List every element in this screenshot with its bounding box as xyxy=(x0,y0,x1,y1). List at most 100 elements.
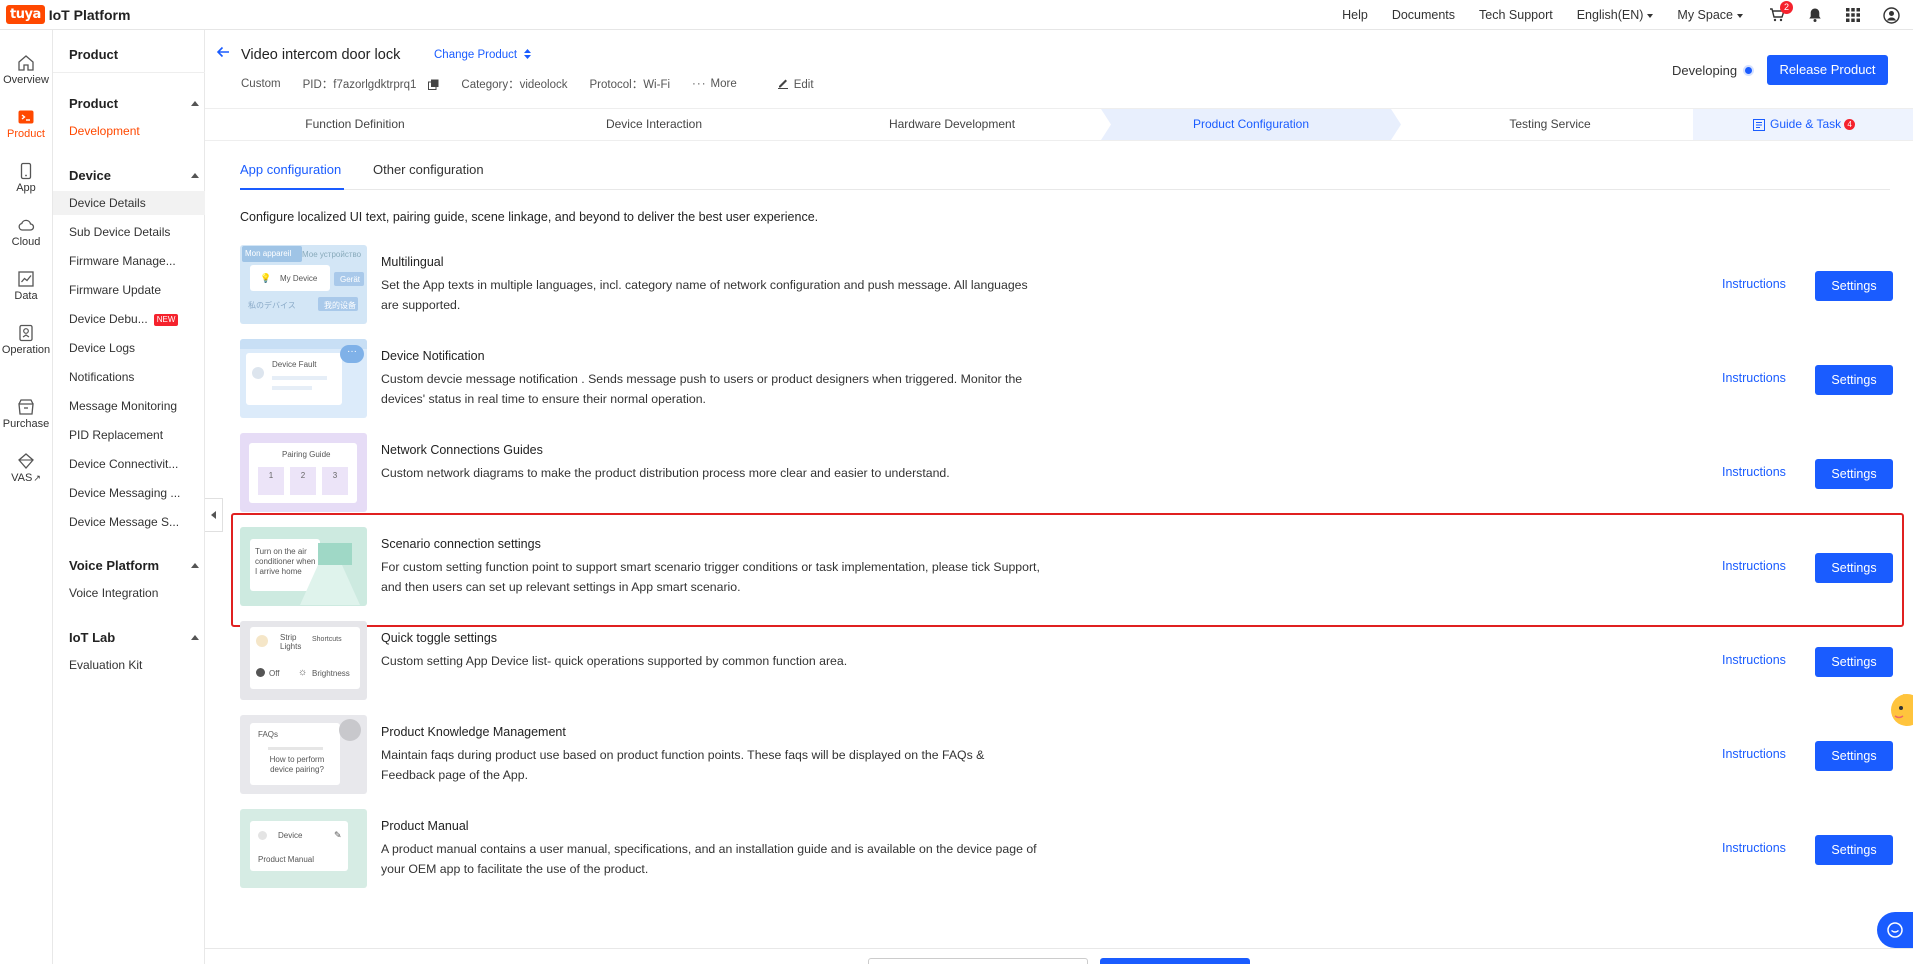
settings-button[interactable]: Settings xyxy=(1815,365,1893,395)
documents-link[interactable]: Documents xyxy=(1392,8,1455,22)
sidenav-item-device-details[interactable]: Device Details xyxy=(69,196,199,210)
settings-button[interactable]: Settings xyxy=(1815,459,1893,489)
sidenav-item-firmware-update[interactable]: Firmware Update xyxy=(69,283,199,297)
instructions-link[interactable]: Instructions xyxy=(1722,371,1786,385)
rail-label: Overview xyxy=(3,74,49,86)
chart-icon xyxy=(18,271,34,287)
sidenav-item-notifications[interactable]: Notifications xyxy=(69,370,199,384)
guide-task-button[interactable]: Guide & Task 4 xyxy=(1753,109,1856,140)
step-product-configuration[interactable]: Product Configuration xyxy=(1101,109,1401,140)
thumb-line xyxy=(272,376,327,380)
sidenav-item-device-connectivity[interactable]: Device Connectivit... xyxy=(69,457,199,471)
rail-item-vas[interactable]: VAS↗ xyxy=(0,452,52,484)
instructions-link[interactable]: Instructions xyxy=(1722,277,1786,291)
sidenav-item-development[interactable]: Development xyxy=(69,124,199,138)
sidenav-item-firmware-manage[interactable]: Firmware Manage... xyxy=(69,254,199,268)
settings-button[interactable]: Settings xyxy=(1815,835,1893,865)
tech-support-link[interactable]: Tech Support xyxy=(1479,8,1553,22)
step-testing-service[interactable]: Testing Service xyxy=(1401,109,1699,140)
help-chat-button[interactable] xyxy=(1877,912,1913,948)
assistant-mascot[interactable] xyxy=(1885,688,1913,732)
cloud-icon xyxy=(18,219,35,231)
sidenav-collapse-toggle[interactable] xyxy=(205,498,223,532)
rail-item-operation[interactable]: Operation xyxy=(0,324,52,356)
settings-button[interactable]: Settings xyxy=(1815,741,1893,771)
config-title: Network Connections Guides xyxy=(381,443,543,457)
space-dropdown[interactable]: My Space xyxy=(1677,8,1743,22)
brand-badge: tuya xyxy=(6,5,45,24)
tab-other-configuration[interactable]: Other configuration xyxy=(373,162,484,177)
product-header: Video intercom door lock Change Product … xyxy=(205,30,1913,108)
rail-item-app[interactable]: App xyxy=(0,162,52,194)
tab-app-configuration[interactable]: App configuration xyxy=(240,162,341,177)
step-device-interaction[interactable]: Device Interaction xyxy=(505,109,803,140)
sidenav-group-voice-platform[interactable]: Voice Platform xyxy=(69,558,199,573)
config-description: Set the App texts in multiple languages,… xyxy=(381,278,1028,312)
instructions-link[interactable]: Instructions xyxy=(1722,465,1786,479)
product-type: Custom xyxy=(241,78,281,90)
instructions-link[interactable]: Instructions xyxy=(1722,559,1786,573)
product-protocol: Protocol：Wi-Fi xyxy=(589,79,671,91)
more-button[interactable]: ··· More xyxy=(692,78,759,90)
footer-divider xyxy=(205,948,1913,949)
help-link[interactable]: Help xyxy=(1342,8,1368,22)
thumb-text: 私のデバイス xyxy=(248,301,296,310)
knowledge-thumbnail: FAQs How to perform device pairing? xyxy=(240,715,367,794)
settings-button[interactable]: Settings xyxy=(1815,553,1893,583)
pencil-icon xyxy=(777,79,788,89)
edit-button[interactable]: Edit xyxy=(777,77,836,91)
language-dropdown[interactable]: English(EN) xyxy=(1577,8,1654,22)
sidenav-item-evaluation-kit[interactable]: Evaluation Kit xyxy=(69,658,199,672)
cart-button[interactable]: 2 xyxy=(1767,1,1793,25)
brand-name: IoT Platform xyxy=(48,6,131,23)
sidenav-item-sub-device-details[interactable]: Sub Device Details xyxy=(69,225,199,239)
rail-item-overview[interactable]: Overview xyxy=(0,54,52,86)
rail-item-purchase[interactable]: Purchase xyxy=(0,398,52,430)
config-description: Custom devcie message notification . Sen… xyxy=(381,372,1023,406)
home-icon xyxy=(18,55,34,71)
sidenav-item-device-logs[interactable]: Device Logs xyxy=(69,341,199,355)
quick-toggle-thumbnail: Strip Lights Shortcuts Off ☼ Brightness xyxy=(240,621,367,700)
side-nav: Product Product Development Device Devic… xyxy=(53,30,205,964)
rail-item-product[interactable]: Product xyxy=(0,108,52,140)
release-product-button[interactable]: Release Product xyxy=(1767,55,1888,85)
config-row-quick-toggle: Strip Lights Shortcuts Off ☼ Brightness … xyxy=(240,621,1893,701)
instructions-link[interactable]: Instructions xyxy=(1722,841,1786,855)
sidenav-item-message-monitoring[interactable]: Message Monitoring xyxy=(69,399,199,413)
sidenav-item-voice-integration[interactable]: Voice Integration xyxy=(69,586,199,600)
step-hardware-development[interactable]: Hardware Development xyxy=(803,109,1101,140)
sidenav-item-device-messaging[interactable]: Device Messaging ... xyxy=(69,486,199,500)
back-arrow-icon[interactable] xyxy=(215,44,231,60)
config-title: Multilingual xyxy=(381,255,444,269)
grid-icon xyxy=(1846,8,1860,22)
footer-secondary-button[interactable] xyxy=(868,958,1088,964)
footer-primary-button[interactable] xyxy=(1100,958,1250,964)
copy-icon[interactable] xyxy=(428,79,439,90)
rail-item-data[interactable]: Data xyxy=(0,270,52,302)
mascot-icon xyxy=(1891,694,1913,726)
edit-label: Edit xyxy=(793,79,814,91)
notifications-button[interactable] xyxy=(1805,5,1825,25)
instructions-link[interactable]: Instructions xyxy=(1722,653,1786,667)
instructions-link[interactable]: Instructions xyxy=(1722,747,1786,761)
sidenav-item-pid-replacement[interactable]: PID Replacement xyxy=(69,428,199,442)
brand-logo[interactable]: tuya IoT Platform xyxy=(6,5,130,24)
sidenav-group-device[interactable]: Device xyxy=(69,168,199,183)
rail-item-cloud[interactable]: Cloud xyxy=(0,216,52,248)
pencil-icon: ✎ xyxy=(334,830,342,840)
sidenav-group-product[interactable]: Product xyxy=(69,96,199,111)
account-button[interactable] xyxy=(1881,5,1901,25)
product-meta: Custom PID：f7azorlgdktrprq1 Category：vid… xyxy=(241,76,858,92)
config-description: Maintain faqs during product use based o… xyxy=(381,748,985,782)
rail-label: VAS xyxy=(11,472,33,484)
bell-icon xyxy=(1809,8,1821,22)
step-function-definition[interactable]: Function Definition xyxy=(205,109,505,140)
chevron-up-icon xyxy=(191,101,199,106)
settings-button[interactable]: Settings xyxy=(1815,647,1893,677)
sidenav-item-device-message-s[interactable]: Device Message S... xyxy=(69,515,199,529)
sidenav-item-device-debug[interactable]: Device Debu... NEW xyxy=(69,312,199,326)
change-product-dropdown[interactable]: Change Product xyxy=(434,49,532,61)
settings-button[interactable]: Settings xyxy=(1815,271,1893,301)
sidenav-group-iot-lab[interactable]: IoT Lab xyxy=(69,630,199,645)
apps-button[interactable] xyxy=(1843,5,1863,25)
